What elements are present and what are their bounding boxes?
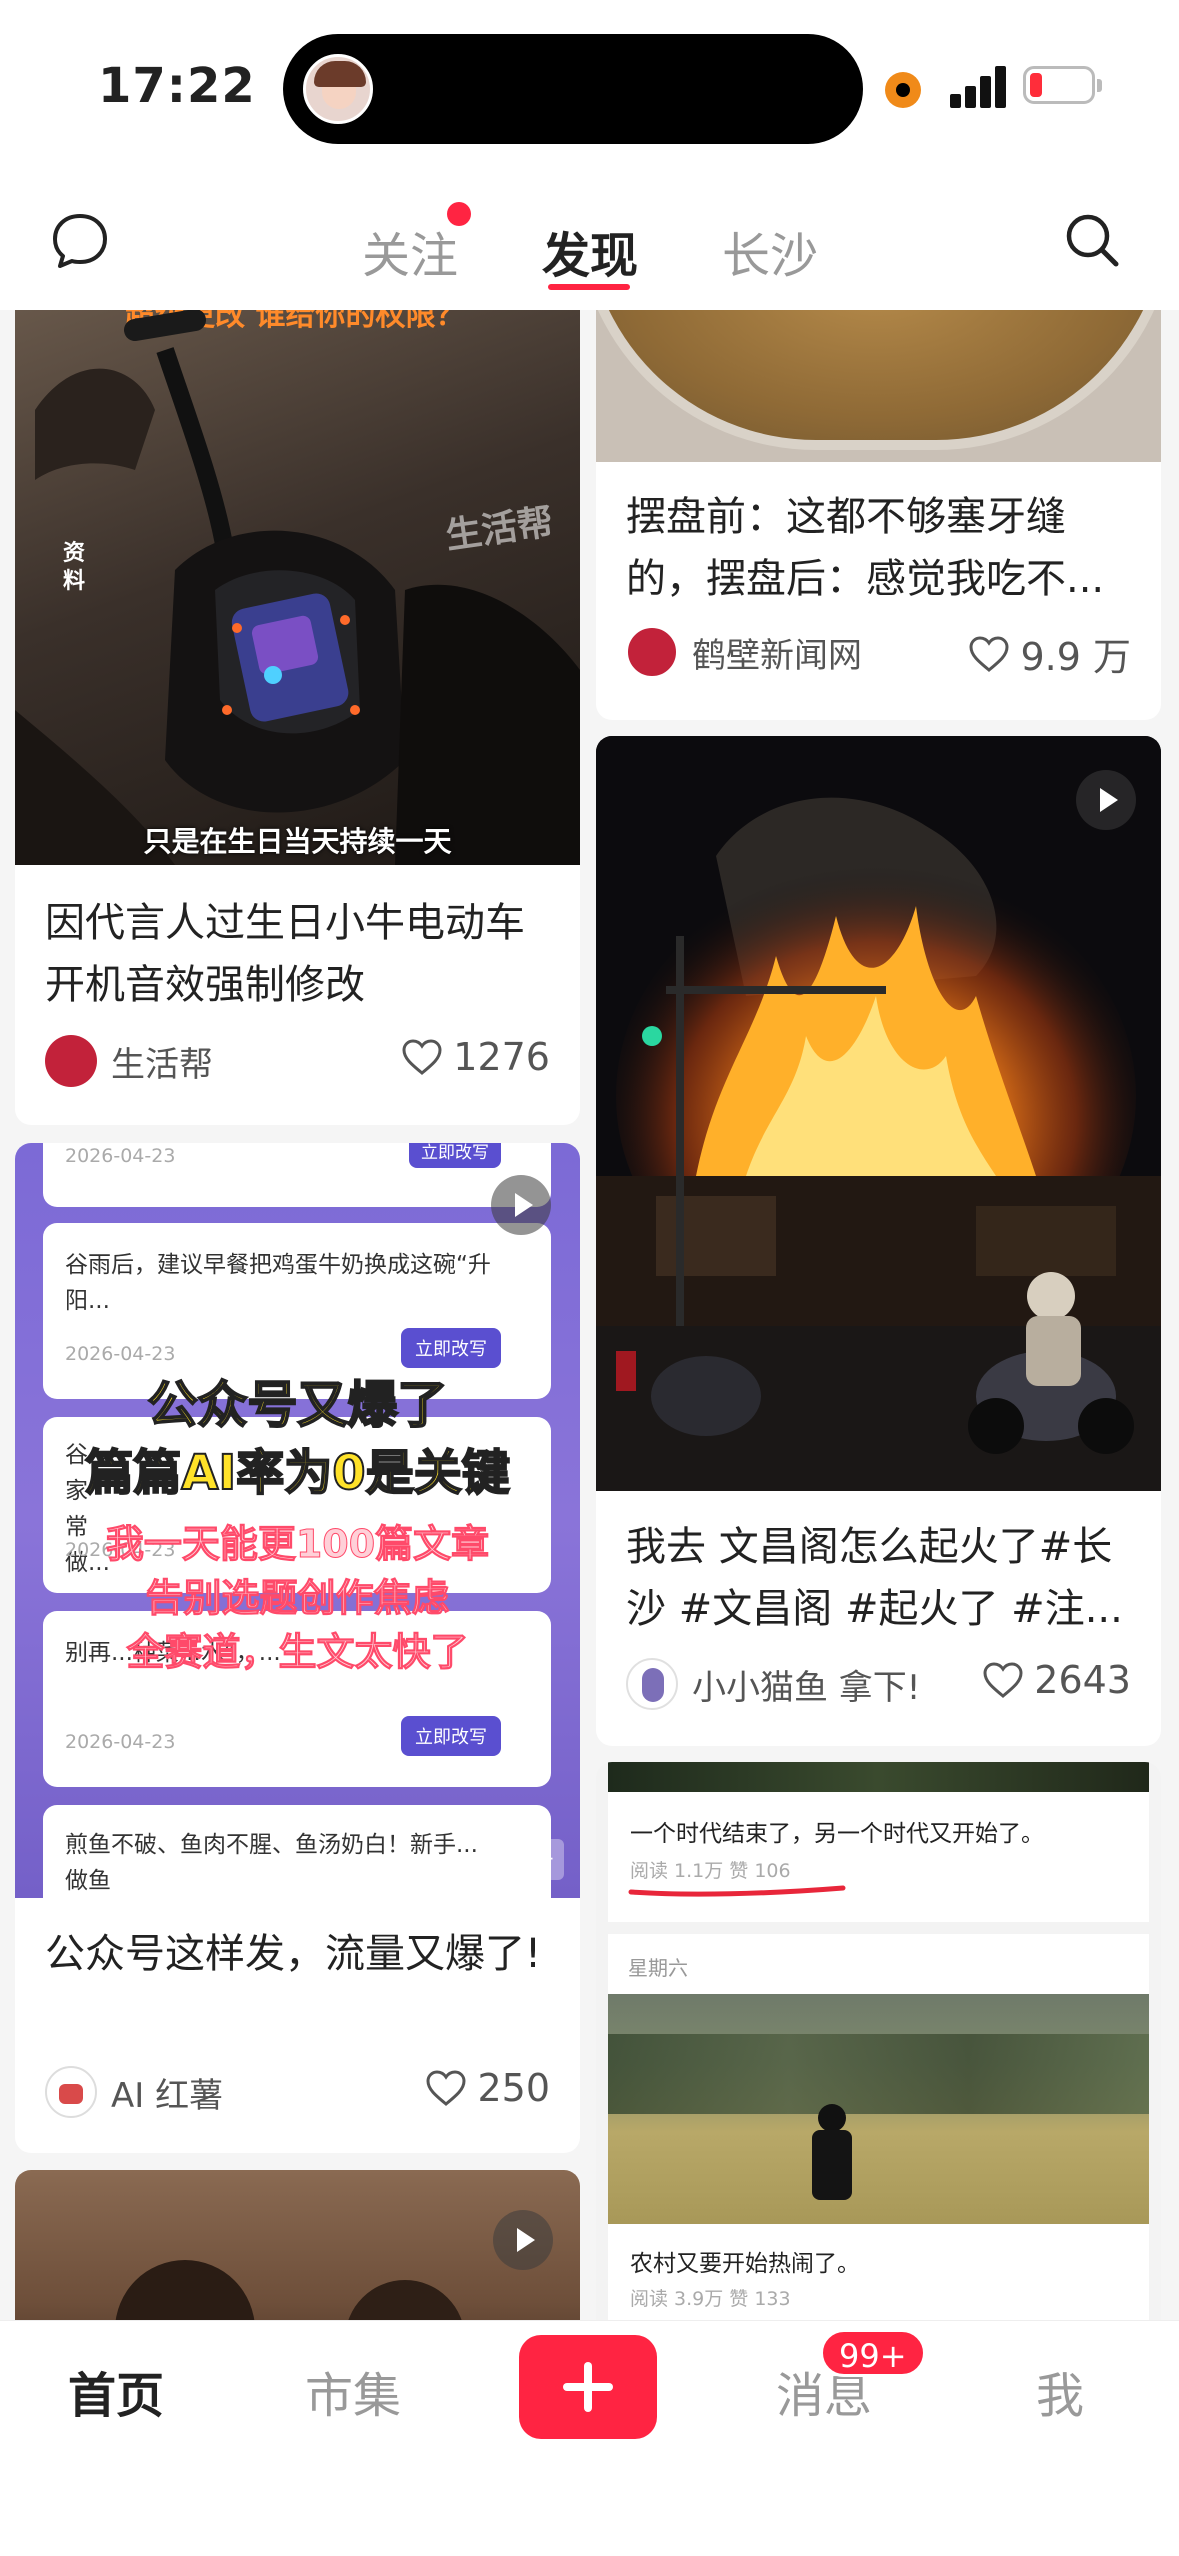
cover-headline-1: 公众号又爆了 <box>147 1375 449 1435</box>
card-likes[interactable]: 9.9 万 <box>968 626 1131 681</box>
heart-icon <box>969 635 1009 672</box>
heart-icon <box>402 1039 442 1075</box>
video-play-icon <box>1076 770 1136 830</box>
cover-top-strip <box>608 1762 1149 1792</box>
author-avatar <box>45 2066 97 2118</box>
author-name: 生活帮 <box>111 1044 213 1085</box>
scooter-illustration <box>15 310 580 865</box>
feed-card-screenshot-post[interactable]: 一个时代结束了，另一个时代又开始了。 阅读 1.1万 赞 106 星期六 农村又… <box>596 1762 1161 2320</box>
cover-list-item: 2026-04-23 立即改写 <box>43 1143 551 1207</box>
video-play-icon <box>491 1175 551 1235</box>
card-likes[interactable]: 2643 <box>982 1658 1131 1702</box>
battery-icon <box>1023 66 1102 104</box>
card-author[interactable]: 鹤壁新闻网 <box>626 626 862 678</box>
tab-follow[interactable]: 关注 <box>362 216 458 286</box>
bottom-navigation: 首页 市集 消息 99+ 我 <box>0 2320 1179 2556</box>
status-bar: 17:22 <box>0 0 1179 170</box>
like-count: 9.9 万 <box>1020 635 1131 679</box>
tab-discover[interactable]: 发现 <box>542 216 638 286</box>
cover-list-item: 煎鱼不破、鱼肉不腥、鱼汤奶白！新手...做鱼 <box>43 1805 551 1898</box>
dynamic-island[interactable] <box>283 34 863 144</box>
ad-tag: 广告 <box>491 1839 564 1880</box>
discover-feed[interactable]: 超级更改 谁给你的权限？ 生活帮 资料 只是在生日当天持续一天 因代言人过生日小… <box>0 310 1179 2320</box>
create-post-button[interactable] <box>519 2335 657 2439</box>
nav-home[interactable]: 首页 <box>68 2356 164 2426</box>
cover-sub-3: 全赛道，生文太快了 <box>126 1630 469 1675</box>
message-count-badge: 99+ <box>820 2329 926 2377</box>
cover-caption-bottom: 只是在生日当天持续一天 <box>143 825 452 858</box>
feed-card-ai-ad[interactable]: 2026-04-23 立即改写 谷雨后，建议早餐把鸡蛋牛奶换成这碗“升阳... … <box>15 1143 580 2153</box>
card-title: 摆盘前：这都不够塞牙缝的，摆盘后：感觉我吃不... <box>626 494 1105 602</box>
author-name: AI 红薯 <box>111 2075 224 2116</box>
chat-bubble-icon[interactable] <box>50 210 110 270</box>
like-count: 1276 <box>453 1035 550 1079</box>
follow-unread-dot <box>447 202 471 226</box>
card-title: 我去 文昌阁怎么起火了#长沙 #文昌阁 #起火了 #注... <box>626 1524 1123 1632</box>
feed-card-fire[interactable]: 我去 文昌阁怎么起火了#长沙 #文昌阁 #起火了 #注... 小小猫鱼 拿下! … <box>596 736 1161 1746</box>
cellular-signal-icon <box>950 64 1008 108</box>
cover-sub-2: 告别选题创作焦虑 <box>145 1576 450 1621</box>
card-cover-image: 超级更改 谁给你的权限？ 生活帮 资料 只是在生日当天持续一天 <box>15 310 580 865</box>
island-avatar <box>303 54 373 124</box>
cover-sub-1: 我一天能更100篇文章 <box>105 1522 490 1567</box>
nav-profile[interactable]: 我 <box>1036 2356 1084 2426</box>
status-time: 17:22 <box>98 58 256 114</box>
fire-scene-illustration <box>596 736 1161 1491</box>
tab-city[interactable]: 长沙 <box>722 216 818 286</box>
card-author[interactable]: 生活帮 <box>45 1035 213 1087</box>
feed-card-food[interactable]: 摆盘前：这都不够塞牙缝的，摆盘后：感觉我吃不... 鹤壁新闻网 9.9 万 <box>596 310 1161 720</box>
heart-icon <box>426 2070 466 2106</box>
recording-indicator-icon <box>885 72 921 108</box>
author-avatar <box>626 626 678 678</box>
feed-card-scooter[interactable]: 超级更改 谁给你的权限？ 生活帮 资料 只是在生日当天持续一天 因代言人过生日小… <box>15 310 580 1125</box>
cover-headline-2: 篇篇AI率为0是关键 <box>84 1444 510 1502</box>
card-cover-image: 2026-04-23 立即改写 谷雨后，建议早餐把鸡蛋牛奶换成这碗“升阳... … <box>15 1143 580 1898</box>
card-cover-image <box>596 736 1161 1491</box>
card-likes[interactable]: 1276 <box>401 1035 550 1079</box>
like-count: 2643 <box>1034 1658 1131 1702</box>
card-title: 公众号这样发，流量又爆了! <box>45 1931 542 1977</box>
active-tab-indicator <box>548 284 630 290</box>
like-count: 250 <box>477 2066 550 2110</box>
top-navigation: 关注 发现 长沙 <box>0 170 1179 310</box>
card-author[interactable]: AI 红薯 <box>45 2066 223 2118</box>
search-icon[interactable] <box>1062 210 1122 270</box>
cover-post-2: 星期六 农村又要开始热闹了。 阅读 3.9万 赞 133 <box>608 1934 1149 2320</box>
author-name: 小小猫鱼 拿下! <box>692 1667 921 1708</box>
card-title: 因代言人过生日小牛电动车开机音效强制修改 <box>45 900 525 1008</box>
author-avatar <box>626 1658 678 1710</box>
card-author[interactable]: 小小猫鱼 拿下! <box>626 1658 920 1710</box>
cover-post-1: 一个时代结束了，另一个时代又开始了。 阅读 1.1万 赞 106 <box>608 1792 1149 1922</box>
heart-icon <box>983 1662 1023 1698</box>
card-cover-image <box>596 310 1161 462</box>
feed-card-video-partial[interactable] <box>15 2170 580 2320</box>
card-likes[interactable]: 250 <box>425 2066 550 2110</box>
author-avatar <box>45 1035 97 1087</box>
cover-side-tag: 资料 <box>63 541 86 594</box>
nav-market[interactable]: 市集 <box>305 2356 401 2426</box>
author-name: 鹤壁新闻网 <box>692 635 862 676</box>
video-play-icon <box>493 2210 553 2270</box>
red-underline-mark <box>628 1885 846 1897</box>
